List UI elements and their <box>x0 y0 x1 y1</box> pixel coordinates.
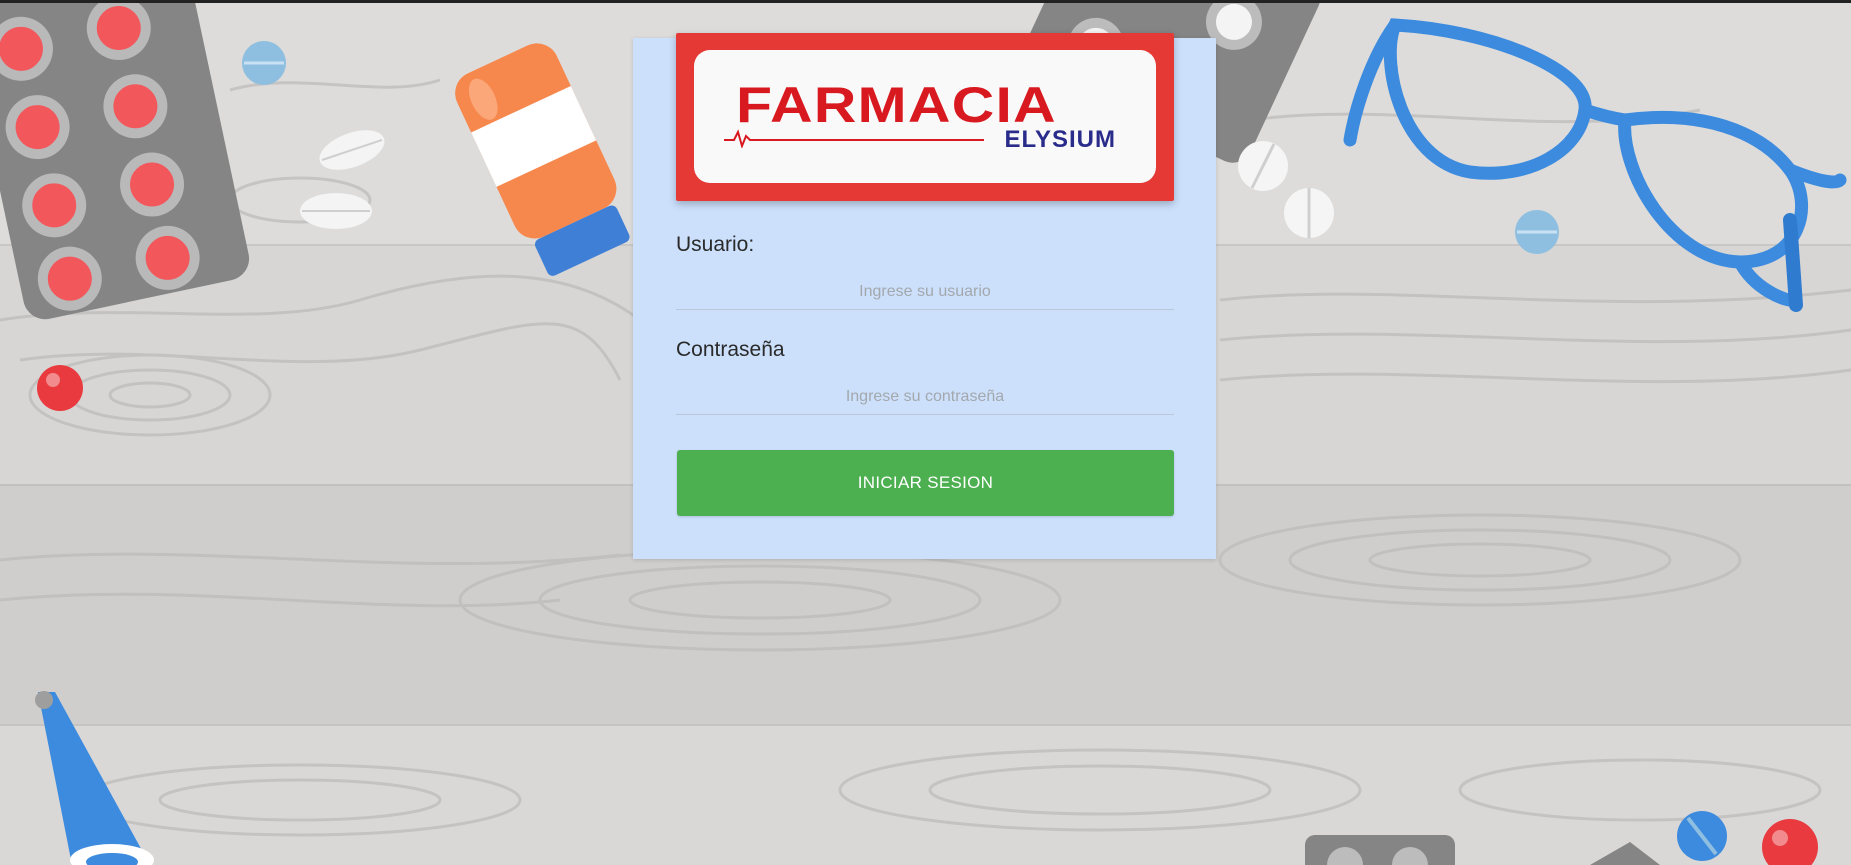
heartbeat-line-icon <box>724 129 984 148</box>
brand-name-main: FARMACIA <box>736 77 1057 133</box>
login-button[interactable]: INICIAR SESION <box>677 450 1174 516</box>
brand-logo-inner: FARMACIA ELYSIUM <box>694 50 1156 183</box>
window-top-border <box>0 0 1851 3</box>
brand-name-sub: ELYSIUM <box>1004 126 1116 153</box>
password-input[interactable] <box>676 379 1174 415</box>
login-card: FARMACIA ELYSIUM Usuario: Contraseña INI… <box>633 33 1216 559</box>
username-input[interactable] <box>676 274 1174 310</box>
password-label: Contraseña <box>676 338 785 361</box>
username-label: Usuario: <box>676 233 755 256</box>
brand-logo: FARMACIA ELYSIUM <box>676 33 1174 201</box>
